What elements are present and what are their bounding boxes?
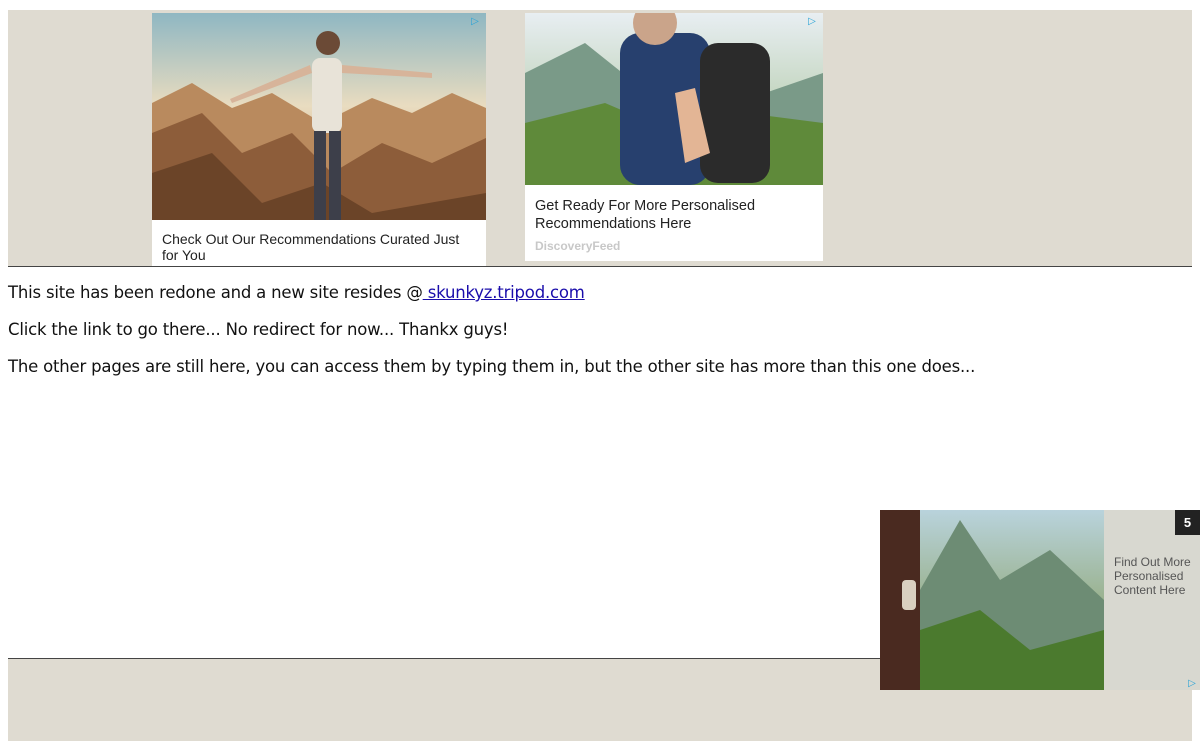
ad-card-recommendations[interactable]: ▷ Check Out Our Recommendations Curated … bbox=[152, 13, 486, 266]
countdown-badge: 5 bbox=[1175, 510, 1200, 535]
notice-prefix: This site has been redone and a new site… bbox=[8, 283, 423, 302]
new-site-link[interactable]: skunkyz.tripod.com bbox=[423, 283, 585, 302]
ad-image-door-mountain bbox=[880, 510, 1104, 690]
ad-title[interactable]: Check Out Our Recommendations Curated Ju… bbox=[162, 231, 472, 263]
ad-image-mountain-man bbox=[152, 13, 486, 220]
floating-video-ad[interactable]: Find Out More Personalised Content Here … bbox=[880, 510, 1200, 690]
adchoices-triangle-icon[interactable]: ▷ bbox=[1185, 676, 1199, 690]
floating-ad-text[interactable]: Find Out More Personalised Content Here bbox=[1114, 555, 1198, 597]
ad-card-personalised[interactable]: ▷ Get Ready For More Personalised Recomm… bbox=[525, 13, 823, 261]
redirect-notice: Click the link to go there... No redirec… bbox=[8, 320, 509, 339]
adchoices-triangle-icon[interactable]: ▷ bbox=[805, 14, 819, 28]
site-moved-notice: This site has been redone and a new site… bbox=[8, 283, 1192, 303]
other-pages-notice: The other pages are still here, you can … bbox=[8, 357, 976, 376]
ad-source: DiscoveryFeed bbox=[535, 239, 621, 253]
top-ad-band: ▷ Check Out Our Recommendations Curated … bbox=[8, 10, 1192, 267]
adchoices-triangle-icon[interactable]: ▷ bbox=[468, 14, 482, 28]
main-content: This site has been redone and a new site… bbox=[8, 283, 1192, 394]
ad-image-hiker-hand bbox=[525, 13, 823, 185]
ad-title[interactable]: Get Ready For More Personalised Recommen… bbox=[535, 197, 809, 233]
